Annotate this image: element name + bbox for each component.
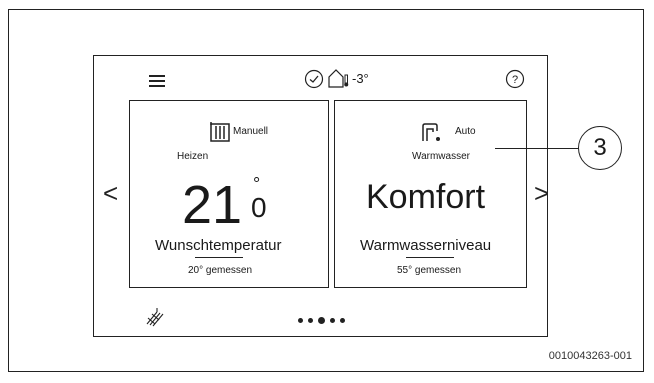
- water-title: Warmwasser: [412, 151, 470, 162]
- solar-panel-icon[interactable]: [143, 306, 165, 328]
- page-dot-active[interactable]: [318, 317, 325, 324]
- callout-line: [495, 148, 579, 150]
- water-level-label: Warmwasserniveau: [360, 237, 492, 254]
- setpoint-value: 21: [182, 175, 243, 235]
- heating-mode-label: Manuell: [233, 126, 269, 137]
- page-dot[interactable]: [298, 318, 303, 323]
- menu-icon[interactable]: [149, 75, 165, 87]
- water-measured: 55° gemessen: [397, 265, 462, 276]
- page-dot[interactable]: [308, 318, 313, 323]
- divider: [195, 257, 243, 259]
- water-tap-icon: [422, 123, 440, 141]
- house-thermometer-icon: [328, 69, 349, 88]
- next-page-button[interactable]: >: [534, 180, 549, 206]
- svg-text:?: ?: [512, 74, 518, 86]
- heating-title: Heizen: [177, 151, 209, 162]
- page-dot[interactable]: [330, 318, 335, 323]
- heating-measured: 20° gemessen: [188, 265, 253, 276]
- outdoor-temperature[interactable]: -3°: [327, 67, 369, 89]
- divider: [406, 257, 454, 259]
- outdoor-temp-value: -3°: [352, 70, 369, 86]
- reference-code: 0010043263-001: [548, 350, 632, 362]
- setpoint-label: Wunschtemperatur: [155, 237, 282, 254]
- previous-page-button[interactable]: <: [103, 180, 118, 206]
- water-mode-label: Auto: [455, 126, 476, 137]
- help-icon[interactable]: ?: [505, 69, 525, 89]
- check-circle-icon[interactable]: [304, 69, 324, 89]
- page-dot[interactable]: [340, 318, 345, 323]
- water-level-value: Komfort: [366, 178, 486, 216]
- setpoint-decimal: 0: [251, 192, 267, 223]
- radiator-icon: [210, 122, 230, 142]
- page-indicator: [298, 317, 345, 324]
- callout-number: 3: [578, 126, 622, 170]
